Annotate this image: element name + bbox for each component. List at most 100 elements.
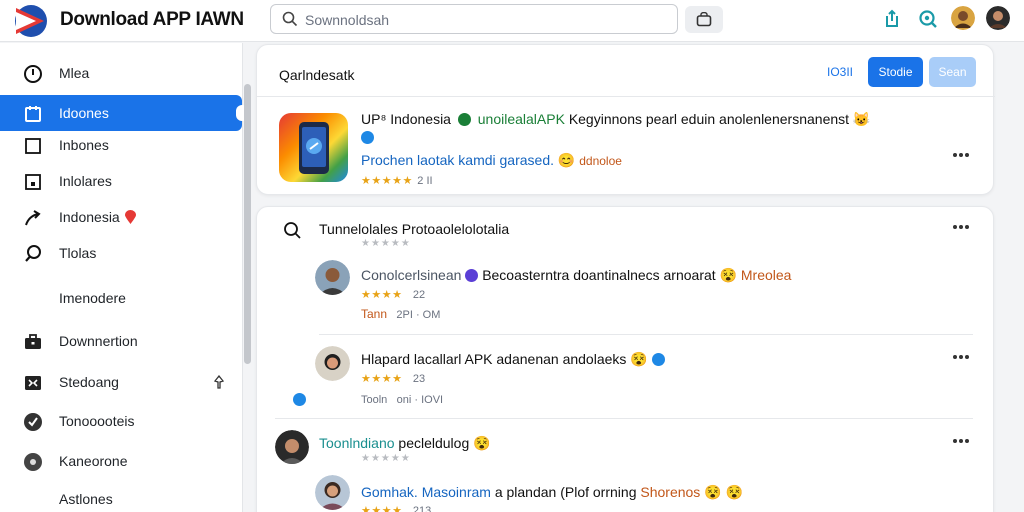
sidebar-item-label: Mlea <box>59 65 90 81</box>
disabled-button[interactable]: Sean <box>929 57 976 87</box>
comment-header: Conolcerlsinean Becoasterntra doantinaln… <box>361 267 791 284</box>
apk-tag[interactable]: unoilealalAPK <box>478 111 565 127</box>
sidebar-item-label: Downnertion <box>59 333 138 349</box>
sidebar-item-imenodere[interactable]: Imenodere <box>0 280 242 316</box>
info-badge-icon <box>361 131 374 144</box>
rating-value: 22 <box>412 289 426 301</box>
comment-header: Hlapard lacallarl APK adanenan andolaeks… <box>361 351 665 368</box>
rating-value: 23 <box>412 373 426 385</box>
calendar-icon <box>25 106 41 122</box>
primary-button[interactable]: Stodie <box>868 57 923 87</box>
comment-tag[interactable]: Shorenos <box>640 484 700 500</box>
more-options-icon[interactable] <box>953 153 973 159</box>
section-header: Qarlndesatk <box>279 67 355 83</box>
commenter-name[interactable]: Toonlndiano <box>319 435 395 451</box>
comment-header: Toonlndiano pecleldulog 😵 <box>319 435 491 452</box>
app-title-line: UP⁸ Indonesia unoilealalAPK Kegyinnons p… <box>361 111 870 128</box>
emoji-icon: 😺 <box>852 111 871 127</box>
sidebar-item-kaneorone[interactable]: Kaneorone <box>0 443 242 479</box>
more-options-icon[interactable] <box>953 355 973 361</box>
purple-badge-icon <box>465 269 479 282</box>
search-bar[interactable] <box>270 4 678 34</box>
top-bar: Download APP IAWN <box>0 0 1024 42</box>
emoji-icon: 😵 <box>704 484 722 500</box>
comment-text: Becoasterntra doantinalnecs arnoarat <box>482 267 716 283</box>
emoji-icon: 😵 <box>725 484 743 500</box>
red-pin-icon <box>125 210 136 224</box>
comment-rating: ★★★★ 22 <box>361 285 425 303</box>
subtitle-tag[interactable]: ddnoloe <box>579 154 622 168</box>
briefcase-icon <box>25 334 41 349</box>
divider <box>319 334 973 335</box>
comment-text: pecleldulog <box>398 435 470 451</box>
star-rating: ★★★★ <box>361 373 403 385</box>
comment-meta-a: Tooln <box>361 394 388 406</box>
comment-tag[interactable]: Mreolea <box>741 267 792 283</box>
secondary-link[interactable]: IO3II <box>827 65 853 79</box>
search-input[interactable] <box>305 10 665 30</box>
sidebar-item-label: Imenodere <box>59 290 126 306</box>
search-icon[interactable] <box>283 221 303 241</box>
commenter-avatar[interactable] <box>315 260 350 295</box>
record-icon <box>24 453 42 471</box>
search-icon <box>282 11 298 27</box>
featured-card: Qarlndesatk IO3II Stodie Sean UP⁸ Indone… <box>256 44 995 195</box>
sidebar-item-indonesia[interactable]: Indonesia <box>0 199 242 235</box>
app-title: Download APP IAWN <box>60 9 244 30</box>
zoom-icon[interactable] <box>918 9 938 29</box>
thread-stars: ★★★★★ <box>361 238 411 249</box>
rating-meta: 2 II <box>417 175 433 187</box>
app-description: Kegyinnons pearl eduin anolenlenersnanen… <box>568 111 850 127</box>
sidebar-item-inlolares[interactable]: Inlolares <box>0 163 242 199</box>
sidebar-item-label: Indonesia <box>59 209 120 225</box>
commenter-name[interactable]: Conolcerlsinean <box>361 267 461 283</box>
more-options-icon[interactable] <box>953 439 973 445</box>
app-name: UP⁸ Indonesia <box>361 111 451 127</box>
check-circle-icon <box>24 413 42 431</box>
sidebar-item-label: Kaneorone <box>59 453 128 469</box>
magnifier-icon <box>25 245 41 262</box>
emoji-icon: 😵 <box>473 435 491 451</box>
sidebar-item-label: Astlones <box>59 491 113 507</box>
square-dot-icon <box>25 174 41 190</box>
sidebar-item-inbones[interactable]: Inbones <box>0 127 242 163</box>
app-icon[interactable] <box>279 113 348 182</box>
sidebar-scrollbar[interactable] <box>244 84 251 364</box>
sidebar-item-tlolas[interactable]: Tlolas <box>0 235 242 271</box>
sidebar-item-idoones[interactable]: Idoones <box>0 95 248 131</box>
commenter-avatar[interactable] <box>315 475 350 510</box>
star-rating: ★★★★ <box>361 505 403 512</box>
sidebar-item-tonooooteis[interactable]: Tonooooteis <box>0 403 242 439</box>
bag-icon <box>696 12 712 27</box>
comment-meta-b: oni · IOVI <box>396 394 444 406</box>
commenter-avatar[interactable] <box>315 346 350 381</box>
comment-rating: ★★★★ 213 <box>361 501 431 512</box>
commenter-name[interactable]: Gomhak. Masoinram <box>361 484 491 500</box>
profile-avatar[interactable] <box>986 6 1010 30</box>
bag-button[interactable] <box>685 6 723 33</box>
divider <box>257 96 995 97</box>
comments-card: Tunnelolales Protoaolelolotalia ★★★★★ Co… <box>256 206 994 512</box>
sidebar-item-label: Inlolares <box>59 173 112 189</box>
sidebar-item-label: Stedoang <box>59 374 119 390</box>
comment-text: a plandan (Plof orrning <box>494 484 637 500</box>
sidebar-item-label: Tlolas <box>59 245 97 261</box>
smile-emoji-icon: 😊 <box>557 152 576 168</box>
pin-icon[interactable] <box>213 375 225 389</box>
rating-value: 213 <box>412 505 432 512</box>
more-options-icon[interactable] <box>953 225 973 231</box>
sidebar-item-stedoang[interactable]: Stedoang <box>0 364 242 400</box>
user-avatar[interactable] <box>951 6 975 30</box>
sidebar-item-downnertion[interactable]: Downnertion <box>0 323 242 359</box>
app-logo-icon[interactable] <box>14 4 50 38</box>
sidebar-item-label: Tonooooteis <box>59 413 135 429</box>
share-icon[interactable] <box>882 9 902 29</box>
reply-indicator-icon <box>293 393 306 406</box>
sidebar: Mlea Idoones Inbones Inlolares Indonesia… <box>0 43 248 512</box>
commenter-avatar[interactable] <box>275 430 309 464</box>
star-rating: ★★★★★ <box>361 175 413 187</box>
app-subtitle: Prochen laotak kamdi garased. 😊 ddnoloe <box>361 152 622 169</box>
sidebar-item-mlea[interactable]: Mlea <box>0 55 242 91</box>
sidebar-item-astlones[interactable]: Astlones <box>0 481 242 512</box>
verified-icon <box>651 353 665 366</box>
